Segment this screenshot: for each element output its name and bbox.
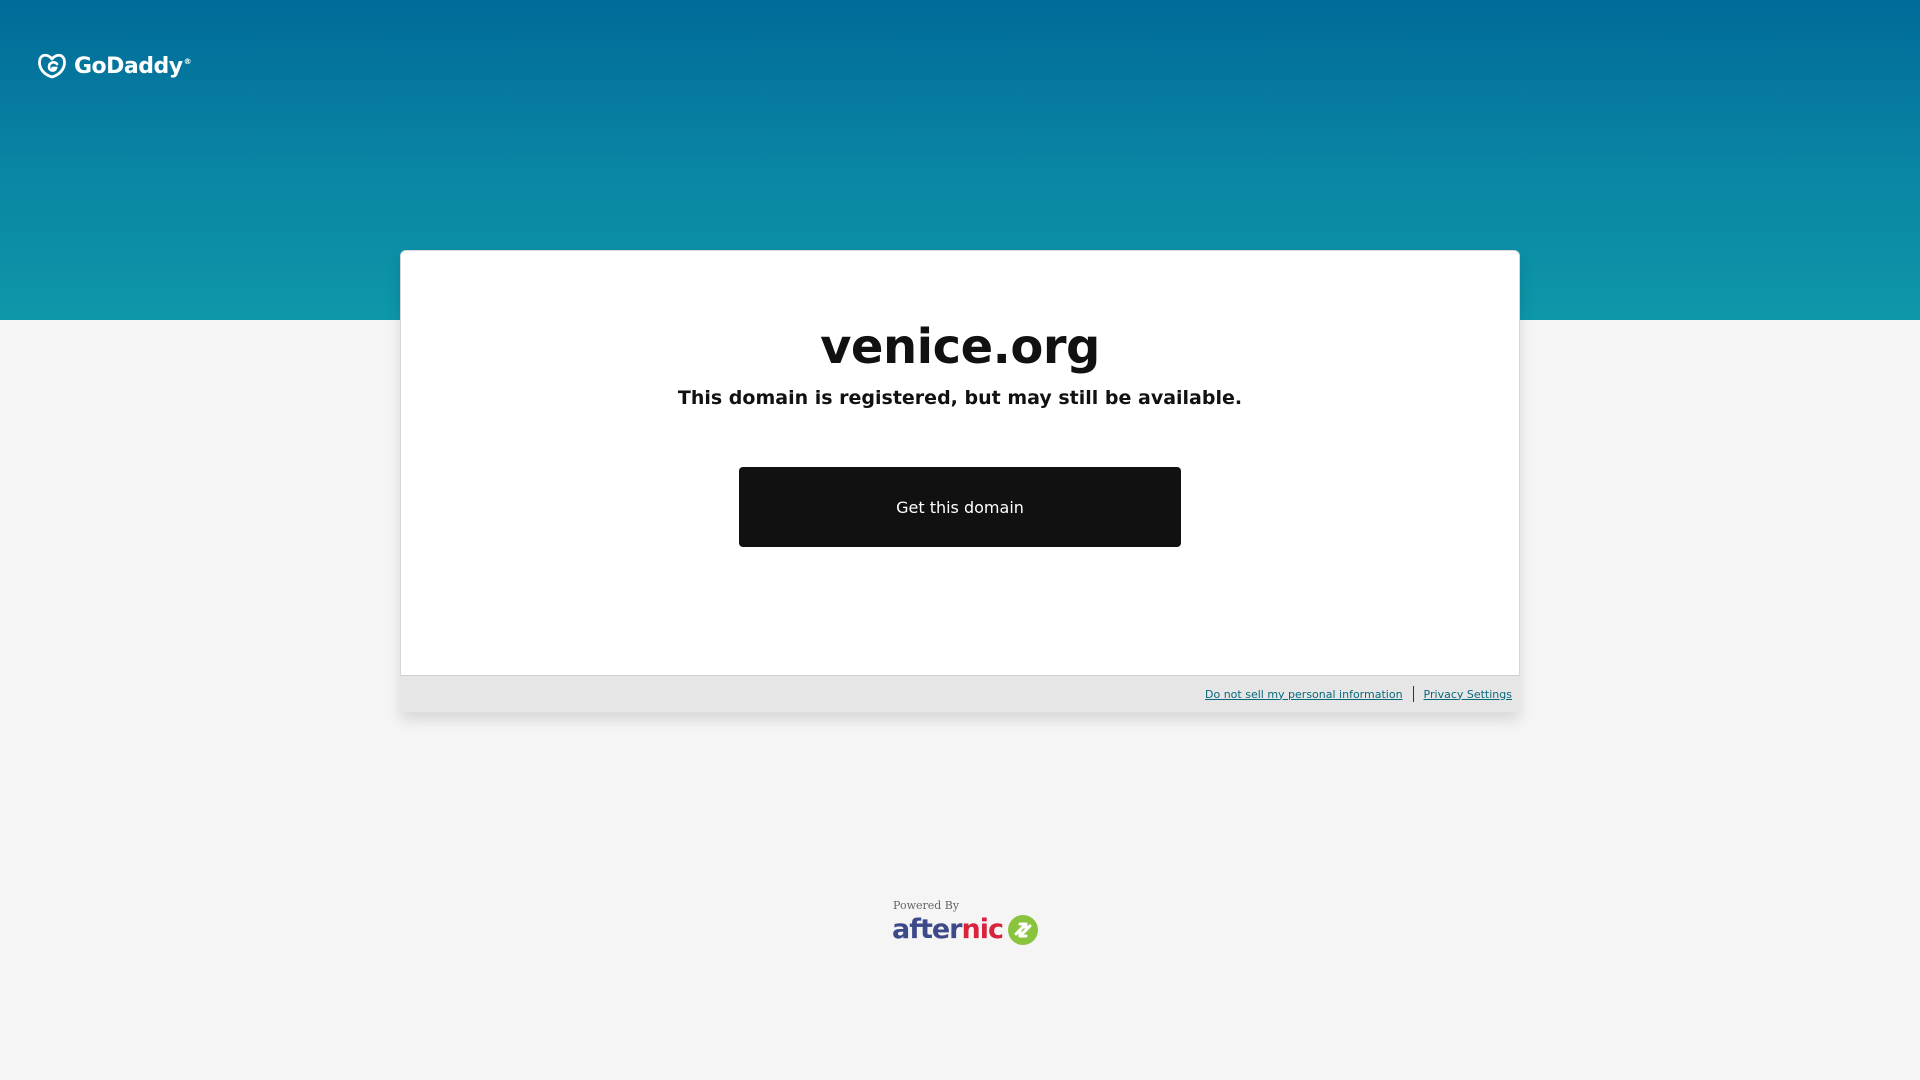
logo-text: GoDaddy® [74, 53, 192, 79]
godaddy-logo[interactable]: GoDaddy® [36, 52, 192, 80]
afternic-wordmark: afternic [892, 914, 1004, 945]
footer-divider [1412, 686, 1414, 702]
card-footer: Do not sell my personal information Priv… [400, 676, 1520, 712]
afternic-logo: afternic [892, 914, 1042, 946]
domain-card: venice.org This domain is registered, bu… [400, 250, 1520, 712]
domain-title: venice.org [820, 319, 1100, 375]
powered-by-label: Powered By [893, 899, 960, 912]
domain-status-text: This domain is registered, but may still… [677, 387, 1243, 409]
privacy-settings-link[interactable]: Privacy Settings [1424, 688, 1512, 701]
domain-card-body: venice.org This domain is registered, bu… [400, 250, 1520, 676]
get-domain-button[interactable]: Get this domain [739, 467, 1181, 547]
do-not-sell-link[interactable]: Do not sell my personal information [1205, 688, 1403, 701]
godaddy-logo-icon [38, 53, 66, 79]
afternic-arrows-icon [1008, 915, 1038, 945]
powered-by[interactable]: Powered By afternic [892, 899, 1042, 946]
